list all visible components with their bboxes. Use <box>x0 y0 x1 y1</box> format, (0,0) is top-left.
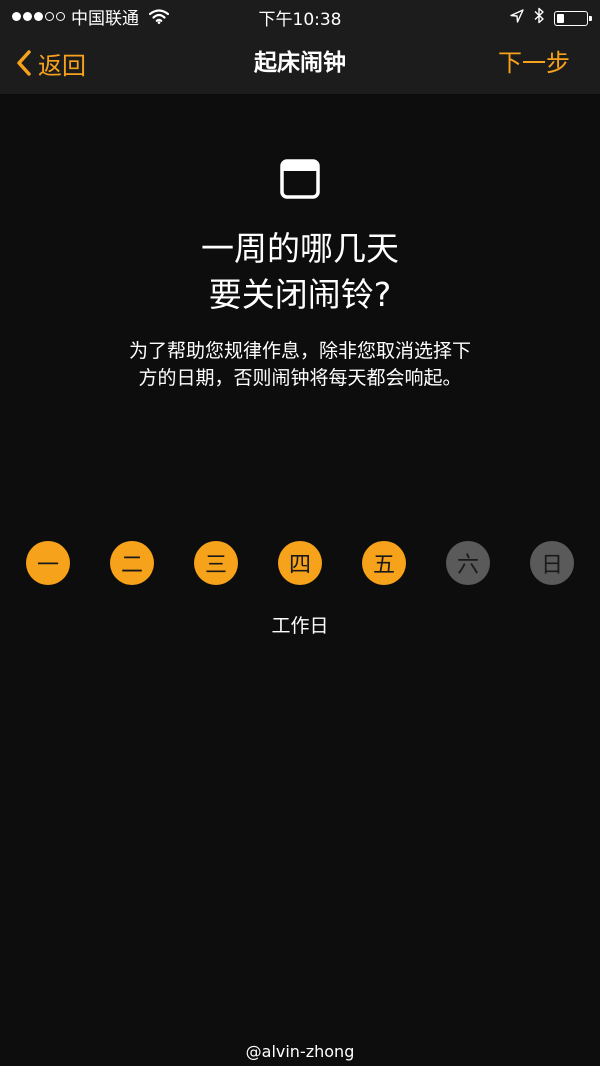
calendar-icon <box>280 159 320 199</box>
day-toggle-fri[interactable]: 五 <box>362 541 406 585</box>
status-right <box>510 7 592 29</box>
weekday-selector: 一 二 三 四 五 六 日 <box>0 541 600 585</box>
heading-line-2: 要关闭闹铃? <box>208 275 392 314</box>
watermark-text: @alvin-zhong <box>245 1042 355 1061</box>
day-toggle-sun[interactable]: 日 <box>530 541 574 585</box>
description-text: 为了帮助您规律作息，除非您取消选择下方的日期，否则闹钟将每天都会响起。 <box>128 340 471 389</box>
question-heading: 一周的哪几天 要关闭闹铃? <box>0 226 600 318</box>
day-toggle-tue[interactable]: 二 <box>110 541 154 585</box>
nav-bar: 返回 起床闹钟 下一步 <box>0 32 600 94</box>
next-button[interactable]: 下一步 <box>498 32 570 94</box>
day-toggle-mon[interactable]: 一 <box>26 541 70 585</box>
status-bar: 中国联通 下午10:38 <box>0 0 600 32</box>
battery-icon <box>554 10 592 26</box>
heading-line-1: 一周的哪几天 <box>201 229 399 268</box>
day-toggle-sat[interactable]: 六 <box>446 541 490 585</box>
battery-level <box>557 13 564 23</box>
location-arrow-icon <box>510 8 524 28</box>
selection-summary: 工作日 <box>271 615 329 637</box>
day-toggle-wed[interactable]: 三 <box>194 541 238 585</box>
bluetooth-icon <box>534 7 544 29</box>
day-toggle-thu[interactable]: 四 <box>278 541 322 585</box>
